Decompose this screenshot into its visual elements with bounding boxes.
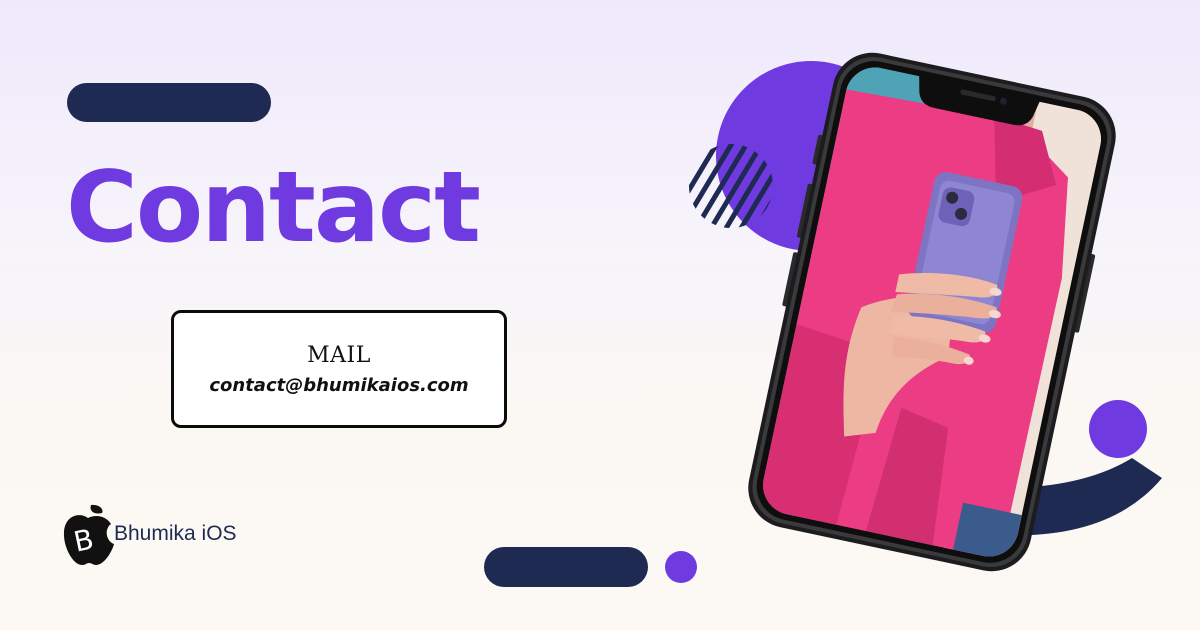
phone-mockup: [748, 52, 1116, 572]
phone-mockup-photo: [757, 61, 1107, 563]
